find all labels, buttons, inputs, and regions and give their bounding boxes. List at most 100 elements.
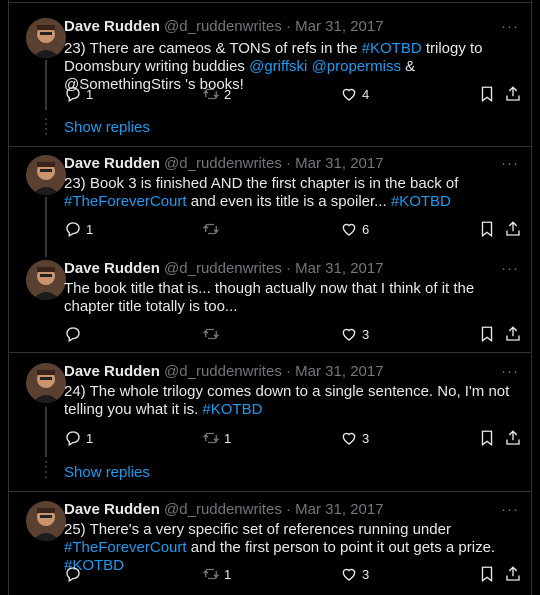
retweet-icon [203,568,219,580]
author-handle[interactable]: @d_ruddenwrites [164,155,282,172]
tweet[interactable]: Dave Rudden @d_ruddenwrites · Mar 31, 20… [9,0,531,150]
share-button[interactable] [504,324,522,344]
left-column-edge [0,0,9,595]
tweet-date[interactable]: Mar 31, 2017 [295,260,383,277]
share-icon [506,566,520,581]
tweet[interactable]: Dave Rudden @d_ruddenwrites · Mar 31, 20… [9,353,531,493]
retweet-button[interactable] [202,219,224,239]
tweet[interactable]: Dave Rudden @d_ruddenwrites · Mar 31, 20… [9,492,531,595]
more-options-icon[interactable]: ··· [501,362,519,382]
share-button[interactable] [504,219,522,239]
reply-button[interactable] [64,564,86,584]
bookmark-button[interactable] [478,84,496,104]
bookmark-button[interactable] [478,219,496,239]
retweet-button[interactable]: 1 [202,428,231,448]
share-button[interactable] [504,564,522,584]
like-count: 3 [362,430,370,446]
more-options-icon[interactable]: ··· [501,154,519,174]
like-button[interactable]: 3 [340,428,369,448]
text-segment: and the first person to point it out get… [186,539,496,556]
retweet-icon [203,432,219,444]
retweet-count: 2 [224,86,232,102]
reply-button[interactable] [64,324,86,344]
avatar[interactable] [26,501,66,541]
share-button[interactable] [504,428,522,448]
avatar[interactable] [26,155,66,195]
text-segment: 25) There's a very specific set of refer… [64,521,451,538]
hashtag-link[interactable]: #KOTBD [362,40,422,57]
tweet-text: The book title that is... though actuall… [64,280,524,316]
heart-icon [342,223,356,236]
like-button[interactable]: 3 [340,564,369,584]
author-name[interactable]: Dave Rudden [64,18,160,35]
tweet-actions: 1 2 4 [64,84,524,104]
retweet-icon [203,223,219,235]
tweet-actions: 3 [64,324,524,344]
reply-count: 1 [86,86,94,102]
reply-icon [66,567,80,582]
tweet-header: Dave Rudden @d_ruddenwrites · Mar 31, 20… [64,259,384,279]
thread-dots [45,118,47,138]
reply-count: 1 [86,221,94,237]
text-segment: 23) Book 3 is finished AND the first cha… [64,175,459,192]
tweet-date[interactable]: Mar 31, 2017 [295,155,383,172]
author-handle[interactable]: @d_ruddenwrites [164,260,282,277]
avatar[interactable] [26,18,66,58]
bookmark-button[interactable] [478,564,496,584]
reply-count: 1 [86,430,94,446]
author-name[interactable]: Dave Rudden [64,363,160,380]
bookmark-button[interactable] [478,324,496,344]
tweet-actions: 1 6 [64,219,524,239]
reply-icon [66,327,80,342]
avatar[interactable] [26,363,66,403]
tweet-actions: 1 1 3 [64,428,524,448]
tweet-date[interactable]: Mar 31, 2017 [295,363,383,380]
author-name[interactable]: Dave Rudden [64,155,160,172]
hashtag-link[interactable]: #KOTBD [202,401,262,418]
tweet[interactable]: Dave Rudden @d_ruddenwrites · Mar 31, 20… [9,147,531,257]
reply-button[interactable]: 1 [64,84,93,104]
bookmark-icon [481,221,493,238]
show-replies-link[interactable]: Show replies [64,464,150,481]
text-segment: and even its title is a spoiler... [186,193,391,210]
hashtag-link[interactable]: #KOTBD [391,193,451,210]
author-handle[interactable]: @d_ruddenwrites [164,18,282,35]
mention-link[interactable]: @propermiss [312,58,401,75]
share-button[interactable] [504,84,522,104]
retweet-button[interactable]: 1 [202,564,231,584]
hashtag-link[interactable]: #TheForeverCourt [64,539,187,556]
retweet-count: 1 [224,566,232,582]
like-button[interactable]: 6 [340,219,369,239]
bookmark-button[interactable] [478,428,496,448]
mention-link[interactable]: @griffski [249,58,307,75]
tweet-text: 24) The whole trilogy comes down to a si… [64,383,524,419]
more-options-icon[interactable]: ··· [501,500,519,520]
tweet-date[interactable]: Mar 31, 2017 [295,18,383,35]
avatar[interactable] [26,260,66,300]
tweet-header: Dave Rudden @d_ruddenwrites · Mar 31, 20… [64,154,384,174]
show-replies-link[interactable]: Show replies [64,119,150,136]
reply-button[interactable]: 1 [64,219,93,239]
hashtag-link[interactable]: #TheForeverCourt [64,193,187,210]
retweet-button[interactable]: 2 [202,84,231,104]
more-options-icon[interactable]: ··· [501,259,519,279]
more-options-icon[interactable]: ··· [501,17,519,37]
separator-dot: · [286,363,291,380]
bookmark-icon [481,326,493,343]
author-handle[interactable]: @d_ruddenwrites [164,363,282,380]
tweet-text: 23) Book 3 is finished AND the first cha… [64,175,524,211]
reply-icon [66,87,80,102]
right-column-edge [531,0,540,595]
thread-line [45,197,47,257]
tweet-actions: 1 3 [64,564,524,584]
author-handle[interactable]: @d_ruddenwrites [164,501,282,518]
like-button[interactable]: 4 [340,84,369,104]
author-name[interactable]: Dave Rudden [64,260,160,277]
like-button[interactable]: 3 [340,324,369,344]
author-name[interactable]: Dave Rudden [64,501,160,518]
reply-button[interactable]: 1 [64,428,93,448]
bookmark-icon [481,566,493,583]
tweet[interactable]: Dave Rudden @d_ruddenwrites · Mar 31, 20… [9,252,531,352]
retweet-button[interactable] [202,324,224,344]
tweet-date[interactable]: Mar 31, 2017 [295,501,383,518]
